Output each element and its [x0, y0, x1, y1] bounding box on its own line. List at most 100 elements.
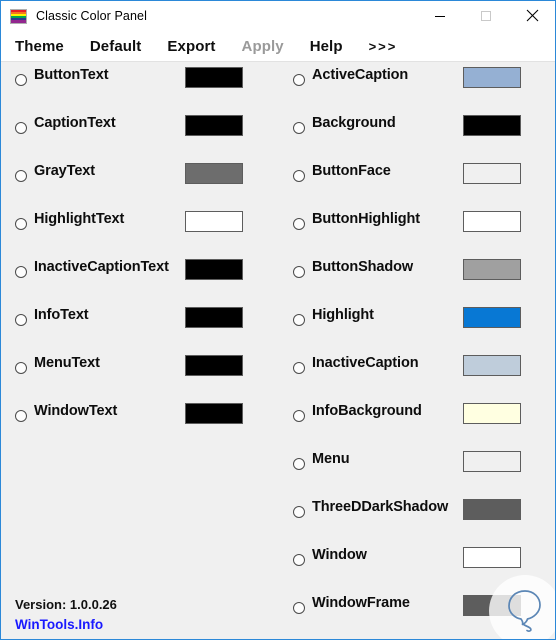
color-swatch[interactable] [463, 259, 521, 280]
color-swatch[interactable] [463, 547, 521, 568]
radio-button-graytext[interactable] [15, 170, 27, 182]
color-swatch[interactable] [185, 211, 243, 232]
window-controls [417, 1, 555, 30]
radio-button-infobackground[interactable] [293, 410, 305, 422]
radio-button-infotext[interactable] [15, 314, 27, 326]
color-row-label: WindowText [34, 403, 118, 419]
color-row[interactable]: ButtonShadow [279, 254, 555, 302]
color-row[interactable]: Window [279, 542, 555, 590]
color-row-label: Menu [312, 451, 350, 467]
color-row-label: MenuText [34, 355, 100, 371]
color-swatch[interactable] [185, 403, 243, 424]
radio-button-threeddarkshadow[interactable] [293, 506, 305, 518]
color-swatch[interactable] [185, 115, 243, 136]
radio-button-highlighttext[interactable] [15, 218, 27, 230]
color-row-label: ActiveCaption [312, 67, 409, 83]
maximize-icon [481, 10, 491, 21]
radio-button-captiontext[interactable] [15, 122, 27, 134]
color-row[interactable]: Background [279, 110, 555, 158]
right-color-column: ActiveCaption Background ButtonFace Butt… [279, 62, 555, 639]
radio-button-inactivecaption[interactable] [293, 362, 305, 374]
radio-button-menutext[interactable] [15, 362, 27, 374]
color-row-label: InfoText [34, 307, 89, 323]
menu-item-more[interactable]: >>> [369, 39, 398, 54]
radio-button-background[interactable] [293, 122, 305, 134]
color-row-label: WindowFrame [312, 595, 410, 611]
color-row[interactable]: InfoBackground [279, 398, 555, 446]
color-swatch[interactable] [463, 163, 521, 184]
color-swatch[interactable] [463, 115, 521, 136]
menu-item-help[interactable]: Help [310, 38, 343, 55]
menu-item-apply[interactable]: Apply [242, 38, 284, 55]
color-row-label: ButtonText [34, 67, 109, 83]
color-swatch[interactable] [463, 595, 521, 616]
color-swatch[interactable] [185, 355, 243, 376]
color-row-label: CaptionText [34, 115, 116, 131]
left-color-column: ButtonText CaptionText GrayText Highligh… [1, 62, 279, 639]
color-swatch[interactable] [185, 67, 243, 88]
color-swatch[interactable] [463, 451, 521, 472]
title-bar: Classic Color Panel [1, 1, 555, 31]
color-row-label: Highlight [312, 307, 374, 323]
radio-button-menu[interactable] [293, 458, 305, 470]
color-row-label: ButtonFace [312, 163, 391, 179]
color-swatch[interactable] [463, 67, 521, 88]
footer: Version: 1.0.0.26 WinTools.Info [15, 597, 255, 632]
color-row[interactable]: GrayText [1, 158, 279, 206]
window-title: Classic Color Panel [36, 9, 147, 23]
color-row-label: Background [312, 115, 396, 131]
color-swatch[interactable] [185, 307, 243, 328]
wintools-info-link[interactable]: WinTools.Info [15, 617, 255, 632]
color-row[interactable]: CaptionText [1, 110, 279, 158]
color-row[interactable]: ButtonFace [279, 158, 555, 206]
color-row[interactable]: WindowFrame [279, 590, 555, 638]
radio-button-buttonshadow[interactable] [293, 266, 305, 278]
radio-button-windowtext[interactable] [15, 410, 27, 422]
color-swatch[interactable] [185, 163, 243, 184]
color-row[interactable]: ThreeDDarkShadow [279, 494, 555, 542]
rainbow-icon [10, 8, 27, 24]
maximize-button[interactable] [463, 1, 509, 30]
color-row-label: InactiveCaption [312, 355, 419, 371]
color-row[interactable]: HighlightText [1, 206, 279, 254]
menu-item-default[interactable]: Default [90, 38, 142, 55]
color-row-label: Window [312, 547, 367, 563]
color-swatch[interactable] [463, 307, 521, 328]
menu-bar: Theme Default Export Apply Help >>> [1, 31, 555, 62]
color-swatch[interactable] [463, 403, 521, 424]
color-row[interactable]: Highlight [279, 302, 555, 350]
color-row-label: ThreeDDarkShadow [312, 499, 449, 515]
color-swatch[interactable] [463, 211, 521, 232]
color-row[interactable]: ActiveCaption [279, 62, 555, 110]
menu-item-export[interactable]: Export [167, 38, 215, 55]
color-row[interactable]: ButtonHighlight [279, 206, 555, 254]
color-row[interactable]: InactiveCaptionText [1, 254, 279, 302]
color-row-label: InfoBackground [312, 403, 422, 419]
radio-button-windowframe[interactable] [293, 602, 305, 614]
minimize-button[interactable] [417, 1, 463, 30]
radio-button-inactivecaptiontext[interactable] [15, 266, 27, 278]
color-row[interactable]: WindowText [1, 398, 279, 446]
color-row-label: GrayText [34, 163, 95, 179]
radio-button-highlight[interactable] [293, 314, 305, 326]
radio-button-window[interactable] [293, 554, 305, 566]
color-row[interactable]: InfoText [1, 302, 279, 350]
close-button[interactable] [509, 1, 555, 30]
color-row[interactable]: ButtonText [1, 62, 279, 110]
minimize-icon [435, 15, 445, 17]
menu-item-theme[interactable]: Theme [15, 38, 64, 55]
color-swatch[interactable] [463, 355, 521, 376]
color-row[interactable]: Menu [279, 446, 555, 494]
color-swatch[interactable] [463, 499, 521, 520]
close-icon [526, 9, 538, 22]
color-row[interactable]: MenuText [1, 350, 279, 398]
color-swatch[interactable] [185, 259, 243, 280]
radio-button-buttonface[interactable] [293, 170, 305, 182]
version-label: Version: 1.0.0.26 [15, 597, 117, 612]
radio-button-buttontext[interactable] [15, 74, 27, 86]
color-row[interactable]: InactiveCaption [279, 350, 555, 398]
radio-button-buttonhighlight[interactable] [293, 218, 305, 230]
radio-button-activecaption[interactable] [293, 74, 305, 86]
color-settings-panel: ButtonText CaptionText GrayText Highligh… [1, 62, 555, 639]
color-row-label: InactiveCaptionText [34, 259, 169, 275]
